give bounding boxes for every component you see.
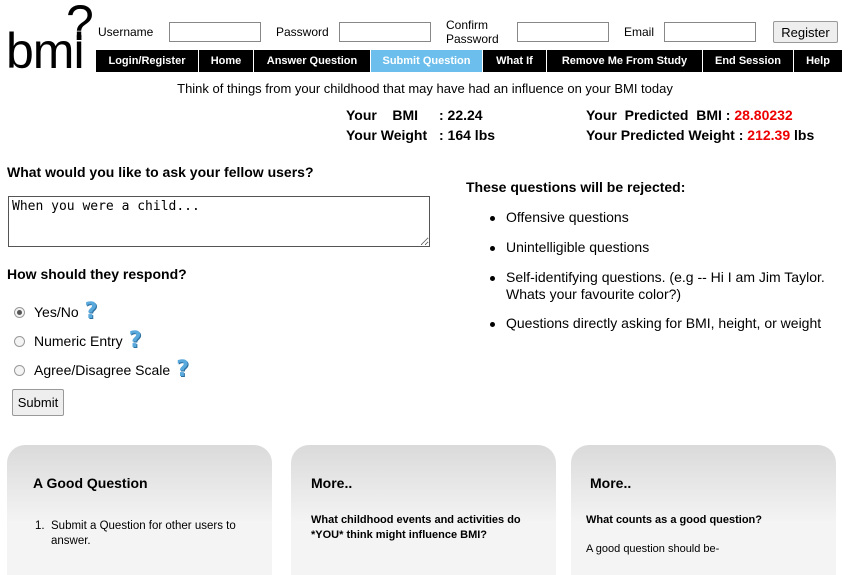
help-question-icon[interactable]: ? <box>129 330 142 352</box>
respond-heading: How should they respond? <box>7 266 187 282</box>
email-label: Email <box>624 25 655 39</box>
nav-remove-me[interactable]: Remove Me From Study <box>547 50 703 72</box>
help-question-icon[interactable]: ? <box>85 301 98 323</box>
bullet-icon <box>490 246 495 251</box>
nav-submit-question[interactable]: Submit Question <box>371 50 483 72</box>
password-label: Password <box>276 25 329 39</box>
bmi-logo: bmi ? <box>6 0 96 80</box>
rejected-rule: Questions directly asking for BMI, heigh… <box>490 315 846 332</box>
page-tagline: Think of things from your childhood that… <box>177 81 673 96</box>
submit-button[interactable]: Submit <box>12 389 64 416</box>
radio-yes-no[interactable] <box>14 306 25 318</box>
confirm-label-line2: Password <box>446 32 499 46</box>
rejected-heading: These questions will be rejected: <box>466 179 686 195</box>
predicted-bmi: Your Predicted BMI : 28.80232 <box>586 107 793 123</box>
rejected-rule-text: Offensive questions <box>506 209 629 225</box>
predicted-weight-label: Your Predicted Weight <box>586 127 735 143</box>
bullet-icon <box>490 322 495 327</box>
weight-label: Your Weight <box>346 127 428 143</box>
predicted-bmi-colon: : <box>721 107 735 123</box>
password-input[interactable] <box>339 22 431 42</box>
username-input[interactable] <box>169 22 261 42</box>
radio-numeric-entry[interactable] <box>14 335 25 347</box>
question-textarea[interactable]: When you were a child... <box>8 196 430 247</box>
rejected-rule-text: Questions directly asking for BMI, heigh… <box>506 315 822 331</box>
more-panel-2-title: More.. <box>590 475 632 491</box>
nav-end-session[interactable]: End Session <box>703 50 794 72</box>
confirm-password-input[interactable] <box>517 22 609 42</box>
register-button[interactable]: Register <box>773 21 838 43</box>
rejected-rule-text: Unintelligible questions <box>506 239 650 255</box>
ask-heading: What would you like to ask your fellow u… <box>7 164 314 180</box>
option-agree-scale[interactable]: Agree/Disagree Scale ? <box>14 359 189 381</box>
option-yes-no-label: Yes/No <box>34 304 79 320</box>
good-question-item-text: Submit a Question for other users to ans… <box>51 520 236 547</box>
nav-help[interactable]: Help <box>794 50 842 72</box>
more-panel-1: More.. What childhood events and activit… <box>291 445 556 575</box>
option-numeric-entry-label: Numeric Entry <box>34 333 123 349</box>
email-input[interactable] <box>664 22 756 42</box>
confirm-label-line1: Confirm <box>446 18 489 32</box>
good-question-item: 1. Submit a Question for other users to … <box>35 519 260 549</box>
weight-value: : 164 lbs <box>439 127 496 143</box>
predicted-weight-unit: lbs <box>790 127 815 143</box>
bmi-value: : 22.24 <box>439 107 483 123</box>
nav-home[interactable]: Home <box>199 50 254 72</box>
bmi-label: Your BMI <box>346 107 419 123</box>
logo-question-mark: ? <box>66 0 94 51</box>
more-panel-1-title: More.. <box>311 475 353 491</box>
option-agree-scale-label: Agree/Disagree Scale <box>34 362 171 378</box>
option-yes-no[interactable]: Yes/No ? <box>14 301 98 323</box>
main-nav: Login/Register Home Answer Question Subm… <box>96 50 842 72</box>
more-panel-2-text: A good question should be- <box>586 543 720 555</box>
rejected-rule: Offensive questions <box>490 209 846 226</box>
good-question-title: A Good Question <box>33 475 148 491</box>
bullet-icon <box>490 276 495 281</box>
rejected-rule: Unintelligible questions <box>490 239 846 256</box>
predicted-weight-value: 212.39 <box>747 127 791 143</box>
predicted-bmi-label: Your Predicted BMI <box>586 107 722 123</box>
help-question-icon[interactable]: ? <box>176 359 189 381</box>
predicted-bmi-value: 28.80232 <box>734 107 793 123</box>
option-numeric-entry[interactable]: Numeric Entry ? <box>14 330 142 352</box>
more-panel-2: More.. What counts as a good question? A… <box>571 445 836 575</box>
username-label: Username <box>98 25 154 39</box>
radio-agree-scale[interactable] <box>14 364 25 376</box>
nav-login-register[interactable]: Login/Register <box>96 50 199 72</box>
good-question-panel: A Good Question 1. Submit a Question for… <box>7 445 272 575</box>
rejected-rule-text: Self-identifying questions. (e.g -- Hi I… <box>506 269 825 302</box>
rejected-rule: Self-identifying questions. (e.g -- Hi I… <box>490 269 846 303</box>
predicted-weight-colon: : <box>734 127 748 143</box>
bullet-icon <box>490 216 495 221</box>
nav-answer-question[interactable]: Answer Question <box>254 50 371 72</box>
more-panel-1-subheading: What childhood events and activities do … <box>311 514 521 541</box>
predicted-weight: Your Predicted Weight : 212.39 lbs <box>586 127 814 143</box>
more-panel-2-subheading: What counts as a good question? <box>586 514 762 526</box>
nav-what-if[interactable]: What If <box>483 50 547 72</box>
